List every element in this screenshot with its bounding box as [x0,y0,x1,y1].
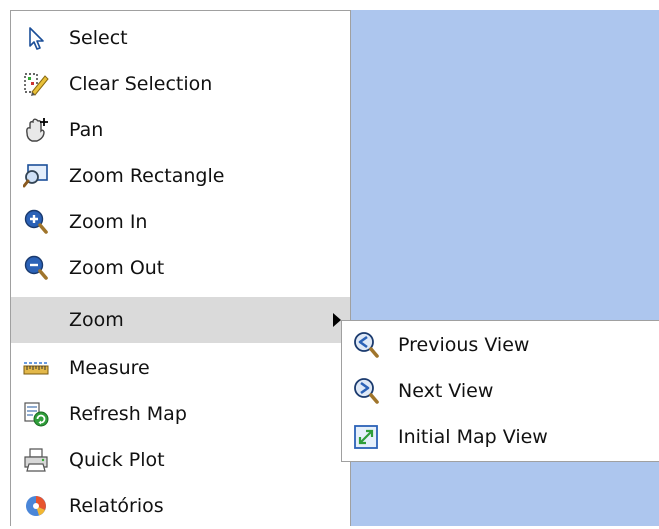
menu-item-pan[interactable]: Pan [11,107,350,153]
context-menu: Select Clear Selection Pan Zoom Rectangl… [10,10,351,526]
menu-item-clear-selection[interactable]: Clear Selection [11,61,350,107]
menu-item-label: Refresh Map [69,403,187,425]
reports-icon [23,493,49,519]
menu-item-measure[interactable]: Measure [11,345,350,391]
initial-map-view-icon [352,423,380,451]
printer-icon [23,447,49,473]
menu-item-label: Zoom Rectangle [69,165,225,187]
next-view-icon [352,377,380,405]
submenu-item-previous-view[interactable]: Previous View [342,323,659,369]
zoom-out-icon [23,255,49,281]
submenu-arrow-icon [333,313,341,327]
submenu-item-next-view[interactable]: Next View [342,369,659,415]
menu-item-label: Pan [69,119,104,141]
menu-item-zoom-rectangle[interactable]: Zoom Rectangle [11,153,350,199]
clear-selection-icon [23,71,49,97]
menu-item-refresh-map[interactable]: Refresh Map [11,391,350,437]
submenu-item-label: Previous View [398,334,530,356]
zoom-in-icon [23,209,49,235]
menu-item-zoom[interactable]: Zoom [11,297,350,343]
pan-hand-icon [23,117,49,143]
menu-item-zoom-in[interactable]: Zoom In [11,199,350,245]
ruler-icon [23,355,49,381]
menu-item-select[interactable]: Select [11,15,350,61]
previous-view-icon [352,331,380,359]
menu-item-zoom-out[interactable]: Zoom Out [11,245,350,291]
menu-item-label: Measure [69,357,150,379]
zoom-submenu: Previous View Next View Initial Map View [341,320,659,462]
refresh-map-icon [23,401,49,427]
menu-item-relatorios[interactable]: Relatórios [11,483,350,529]
submenu-item-initial-map-view[interactable]: Initial Map View [342,415,659,461]
menu-item-label: Relatórios [69,495,164,517]
menu-item-label: Zoom In [69,211,148,233]
submenu-item-label: Next View [398,380,494,402]
menu-item-label: Select [69,27,128,49]
menu-item-label: Zoom Out [69,257,165,279]
submenu-item-label: Initial Map View [398,426,548,448]
menu-item-label: Zoom [69,309,124,331]
menu-item-label: Quick Plot [69,449,165,471]
menu-item-label: Clear Selection [69,73,213,95]
menu-item-quick-plot[interactable]: Quick Plot [11,437,350,483]
cursor-arrow-icon [23,25,49,51]
zoom-rectangle-icon [23,163,49,189]
